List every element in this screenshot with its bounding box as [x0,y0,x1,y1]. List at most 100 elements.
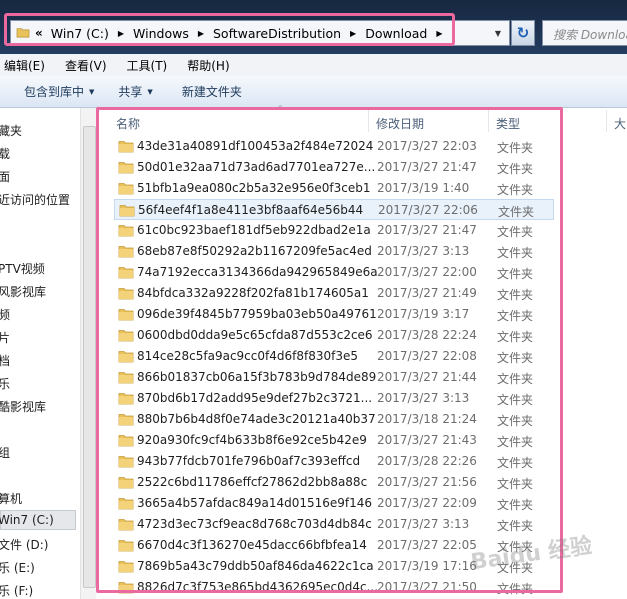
file-name: 84bfdca332a9228f202fa81b174605a1 [137,286,369,300]
file-date: 2017/3/27 22:00 [377,265,477,279]
file-name: 7869b5a43c79ddb50af846da4622c1ca [137,559,374,573]
chevron-down-icon: ▼ [147,87,153,96]
file-row[interactable]: 4723d3ec73cf9eac8d768c703d4db84c 2017/3/2… [114,514,554,535]
menu-item[interactable]: 工具(T) [127,57,168,74]
file-name: 51bfb1a9ea080c2b5a32e956e0f3ceb1 [137,181,371,195]
chevron-down-icon: ▼ [89,87,95,96]
file-row[interactable]: 2522c6bd11786effcf27862d2bb8a88c 2017/3/2… [114,472,554,493]
column-divider[interactable] [368,110,369,132]
file-name: 8826d7c3f753e865bd4362695ec0d4c... [137,580,379,594]
file-name: 50d01e32aa71d73ad6ad7701ea727e... [137,160,376,174]
file-type: 文件夹 [497,498,534,512]
folder-icon [118,393,134,405]
nav-item[interactable]: 文件 (D:) [0,536,48,553]
file-date: 2017/3/27 21:44 [377,370,477,384]
file-name: 943b77fdcb701fe796b0af7c393effcd [137,454,361,468]
nav-item[interactable]: 乐 (F:) [0,582,33,599]
nav-item[interactable]: Win7 (C:) [0,513,54,527]
file-type: 文件夹 [497,309,534,323]
search-input[interactable]: 搜索 Download [542,20,627,46]
file-row[interactable]: 096de39f4845b77959ba03eb50a49761 2017/3/1… [114,304,554,325]
nav-scrollbar[interactable] [80,108,96,599]
nav-item[interactable]: 近访问的位置 [0,191,70,208]
column-divider[interactable] [488,110,489,132]
file-type: 文件夹 [497,414,534,428]
include-in-library-button[interactable]: 包含到库中 ▼ [24,83,94,100]
address-bar-strip: « Win7 (C:) ▶ Windows ▶ SoftwareDistribution… [0,0,627,54]
nav-item[interactable]: 算机 [0,490,22,507]
file-row[interactable]: 870bd6b17d2add95e9def27b2c3721... 2017/3/… [114,388,554,409]
folder-icon [118,162,134,174]
nav-item[interactable]: 面 [0,168,10,185]
file-row[interactable]: 880b7b6b4d8f0e74ade3c20121a40b37 2017/3/1… [114,409,554,430]
nav-item[interactable]: 乐 (E:) [0,559,35,576]
folder-icon [118,582,134,594]
menu-item[interactable]: 编辑(E) [4,57,45,74]
nav-item[interactable]: 风影视库 [0,283,46,300]
nav-item[interactable]: 片 [0,329,10,346]
nav-item[interactable]: 藏夹 [0,122,22,139]
file-row[interactable]: 866b01837cb06a15f3b783b9d784de89 2017/3/2… [114,367,554,388]
file-row[interactable]: 56f4eef4f1a8e411e3bf8aaf64e56b44 2017/3/2… [114,199,554,220]
file-row[interactable]: 920a930fc9cf4b633b8f6e92ce5b42e9 2017/3/2… [114,430,554,451]
nav-item[interactable]: 酷影视库 [0,398,46,415]
file-date: 2017/3/27 21:50 [377,580,477,594]
file-type: 文件夹 [497,435,534,449]
share-button[interactable]: 共享 ▼ [118,83,152,100]
file-list: ^ 名称 修改日期 类型 大 43de31a40891df100453a2f48… [96,104,627,599]
menu-item[interactable]: 查看(V) [65,57,107,74]
folder-icon [118,183,134,195]
file-row[interactable]: 8826d7c3f753e865bd4362695ec0d4c... 2017/3… [114,577,554,598]
file-row[interactable]: 51bfb1a9ea080c2b5a32e956e0f3ceb1 2017/3/1… [114,178,554,199]
file-row[interactable]: 814ce28c5fa9ac9cc0f4d6f8f830f3e5 2017/3/2… [114,346,554,367]
file-type: 文件夹 [497,225,534,239]
file-date: 2017/3/28 22:24 [377,328,477,342]
file-name: 814ce28c5fa9ac9cc0f4d6f8f830f3e5 [137,349,358,363]
column-divider[interactable] [606,110,607,132]
file-row[interactable]: 0600dbd0dda9e5c65cfda87d553c2ce6 2017/3/2… [114,325,554,346]
column-type-header[interactable]: 类型 [496,115,520,132]
command-bar: 包含到库中 ▼ 共享 ▼ 新建文件夹 [0,76,627,108]
folder-icon [118,225,134,237]
nav-item[interactable]: 档 [0,352,10,369]
include-in-library-label: 包含到库中 [24,85,85,99]
file-row[interactable]: 43de31a40891df100453a2f484e72024 2017/3/2… [114,136,554,157]
folder-icon [118,288,134,300]
address-history-dropdown-icon[interactable]: ▼ [488,22,508,44]
file-name: 866b01837cb06a15f3b783b9d784de89 [137,370,377,384]
file-name: 74a7192ecca3134366da942965849e6a [137,265,378,279]
file-row[interactable]: 74a7192ecca3134366da942965849e6a 2017/3/2… [114,262,554,283]
new-folder-button[interactable]: 新建文件夹 [182,83,242,100]
file-row[interactable]: 84bfdca332a9228f202fa81b174605a1 2017/3/2… [114,283,554,304]
file-row[interactable]: 943b77fdcb701fe796b0af7c393effcd 2017/3/2… [114,451,554,472]
file-type: 文件夹 [497,351,534,365]
nav-item[interactable]: 频 [0,306,10,323]
folder-icon [118,477,134,489]
file-type: 文件夹 [497,330,534,344]
folder-icon [118,330,134,342]
file-row[interactable]: 3665a4b57afdac849a14d01516e9f146 2017/3/2… [114,493,554,514]
sort-indicator-icon: ^ [277,104,284,113]
column-name-header[interactable]: 名称 [116,115,140,132]
file-name: 3665a4b57afdac849a14d01516e9f146 [137,496,373,510]
file-row[interactable]: 50d01e32aa71d73ad6ad7701ea727e... 2017/3/… [114,157,554,178]
menu-item[interactable]: 帮助(H) [187,57,229,74]
refresh-icon: ↻ [516,24,530,42]
file-type: 文件夹 [497,162,534,176]
file-type: 文件夹 [497,393,534,407]
file-row[interactable]: 68eb87e8f50292a2b1167209fe5ac4ed 2017/3/2… [114,241,554,262]
refresh-button[interactable]: ↻ [511,20,535,46]
file-type: 文件夹 [497,582,534,596]
file-row[interactable]: 61c0bc923baef181df5eb922dbad2e1a 2017/3/2… [114,220,554,241]
column-date-header[interactable]: 修改日期 [376,115,424,132]
nav-item[interactable]: 组 [0,444,10,461]
file-type: 文件夹 [497,456,534,470]
nav-item[interactable]: PTV视频 [0,260,45,277]
column-size-header[interactable]: 大 [614,115,626,132]
file-date: 2017/3/27 21:47 [377,160,477,174]
nav-item[interactable]: 乐 [0,375,10,392]
file-type: 文件夹 [497,519,534,533]
nav-item[interactable]: 载 [0,145,10,162]
nav-scrollbar-thumb[interactable] [83,126,96,588]
address-highlight-annotation [4,13,455,46]
